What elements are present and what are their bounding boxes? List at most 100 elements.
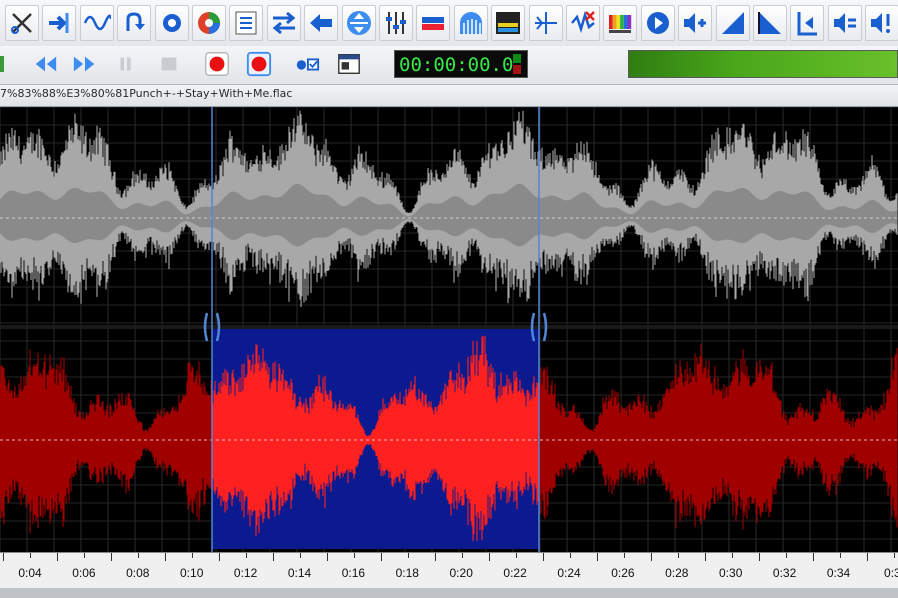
rewind-icon xyxy=(35,56,57,72)
ruler-tick xyxy=(408,553,409,558)
fade-out-icon xyxy=(758,12,781,34)
channel-separator xyxy=(0,325,898,329)
ruler-tick xyxy=(138,553,139,558)
spectrum-arc-icon xyxy=(460,12,482,34)
record-checkbox-button[interactable] xyxy=(290,49,324,79)
color-bars-icon xyxy=(609,15,632,33)
ruler-label: 0:24 xyxy=(557,566,581,580)
vertical-fit-button[interactable] xyxy=(342,5,376,41)
ruler-tick xyxy=(840,553,841,558)
stop-grid-icon xyxy=(161,57,177,71)
ruler-tick xyxy=(597,553,598,561)
ruler-tick xyxy=(489,553,490,561)
play-circle-icon xyxy=(647,12,669,34)
ruler-tick xyxy=(273,553,274,561)
ruler-tick xyxy=(462,553,463,558)
ruler-tick xyxy=(111,553,112,561)
record-checkbox-icon xyxy=(296,58,320,71)
spectrum-arc-button[interactable] xyxy=(454,5,488,41)
vertical-fit-icon xyxy=(347,11,371,35)
trim-start-button[interactable] xyxy=(790,5,824,41)
ruler-tick xyxy=(381,553,382,561)
remove-noise-button[interactable] xyxy=(566,5,600,41)
swap-channels-icon xyxy=(272,11,296,35)
undo-loop-button[interactable] xyxy=(117,5,151,41)
ruler-tick xyxy=(624,553,625,558)
speaker-plus-button[interactable] xyxy=(678,5,712,41)
sine-wave-button[interactable] xyxy=(80,5,114,41)
time-counter-value: 00:00:00.0 xyxy=(399,54,514,76)
audio-editor-window: 00:00:00.0 7%83%88%E3%80%81Punch+-+Stay+… xyxy=(0,0,898,598)
waveform-canvas[interactable] xyxy=(0,107,898,552)
horizontal-scrollbar[interactable] xyxy=(0,588,898,598)
swap-channels-button[interactable] xyxy=(267,5,301,41)
record-button[interactable] xyxy=(200,49,234,79)
speaker-equal-icon xyxy=(834,13,856,33)
ruler-label: 0:16 xyxy=(341,566,366,580)
speaker-warning-icon xyxy=(871,13,890,33)
fade-out-button[interactable] xyxy=(753,5,787,41)
pause-icon xyxy=(120,57,131,71)
ruler-tick xyxy=(354,553,355,558)
fade-in-button[interactable] xyxy=(716,5,750,41)
play-circle-button[interactable] xyxy=(641,5,675,41)
rewind-button[interactable] xyxy=(28,49,62,79)
insert-arrow-button[interactable] xyxy=(42,5,76,41)
record-loop-button[interactable] xyxy=(240,49,278,79)
ruler-tick xyxy=(165,553,166,561)
trim-start-icon xyxy=(797,12,817,36)
arrow-left-button[interactable] xyxy=(304,5,338,41)
ruler-tick xyxy=(894,553,895,558)
normalize-button[interactable] xyxy=(416,5,450,41)
marker-list-icon xyxy=(235,11,257,35)
ruler-tick xyxy=(435,553,436,561)
ruler-label: 0:3 xyxy=(884,566,898,580)
undo-loop-icon xyxy=(126,12,145,31)
record-icon xyxy=(205,52,229,76)
file-name: 7%83%88%E3%80%81Punch+-+Stay+With+Me.fla… xyxy=(0,87,293,100)
insert-arrow-icon xyxy=(49,13,69,33)
ruler-label: 0:14 xyxy=(287,566,312,580)
ruler-label: 0:10 xyxy=(180,566,204,580)
pause-button[interactable] xyxy=(112,49,140,79)
color-bars-button[interactable] xyxy=(603,5,637,41)
remove-noise-icon xyxy=(571,10,595,34)
ruler-tick xyxy=(30,553,31,558)
timer-led-green xyxy=(513,54,521,63)
split-icon xyxy=(535,12,557,34)
equalizer-sliders-button[interactable] xyxy=(379,5,413,41)
gear-chip-button[interactable] xyxy=(155,5,189,41)
ruler-label: 0:12 xyxy=(233,566,258,580)
main-toolbar xyxy=(0,0,898,47)
gear-chip-icon xyxy=(163,14,181,32)
ruler-label: 0:08 xyxy=(126,566,150,580)
speaker-equal-button[interactable] xyxy=(828,5,862,41)
ruler-tick xyxy=(651,553,652,561)
window-view-icon xyxy=(338,54,360,74)
fast-forward-icon xyxy=(73,56,95,72)
level-meter xyxy=(628,50,898,78)
window-view-button[interactable] xyxy=(334,49,364,79)
fast-forward-button[interactable] xyxy=(68,49,102,79)
speaker-warning-button[interactable] xyxy=(865,5,898,41)
spectral-view-button[interactable] xyxy=(491,5,525,41)
stop-grid-button[interactable] xyxy=(155,49,183,79)
ruler-tick xyxy=(867,553,868,561)
ruler-tick xyxy=(678,553,679,558)
panel-edge-marker xyxy=(0,56,4,72)
file-tab-bar: 7%83%88%E3%80%81Punch+-+Stay+With+Me.fla… xyxy=(0,85,898,107)
ruler-tick xyxy=(219,553,220,561)
cut-tools-button[interactable] xyxy=(5,5,39,41)
waveform-view[interactable] xyxy=(0,107,898,552)
ruler-tick xyxy=(813,553,814,561)
ruler-label: 0:34 xyxy=(826,566,851,580)
marker-list-button[interactable] xyxy=(229,5,263,41)
ruler-tick xyxy=(246,553,247,558)
split-button[interactable] xyxy=(529,5,563,41)
ruler-tick xyxy=(300,553,301,558)
equalizer-sliders-icon xyxy=(386,12,406,34)
fade-in-icon xyxy=(722,12,744,34)
ruler-label: 0:20 xyxy=(449,566,473,580)
color-wheel-button[interactable] xyxy=(192,5,226,41)
time-counter: 00:00:00.0 xyxy=(394,50,528,78)
